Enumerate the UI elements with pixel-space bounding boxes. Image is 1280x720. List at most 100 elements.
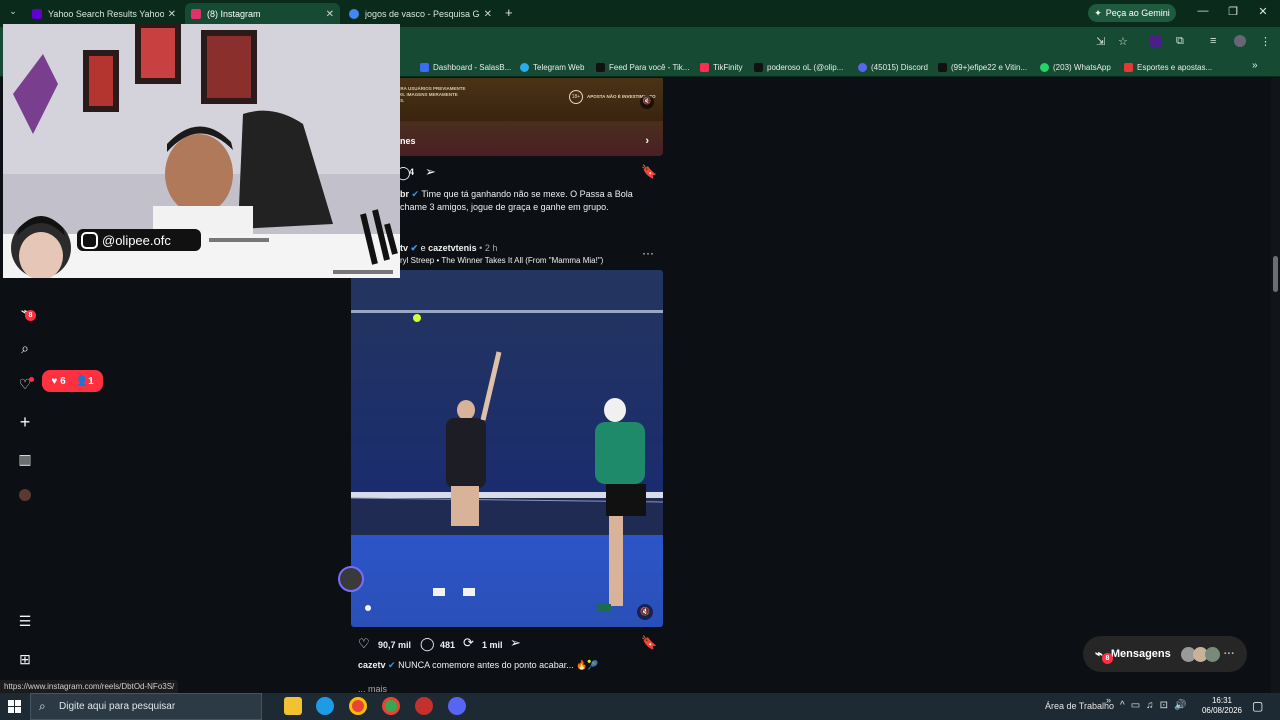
also-from-meta-icon[interactable]: ⊞ (15, 649, 35, 669)
audio-track[interactable]: ryl Streep • The Winner Takes It All (Fr… (400, 256, 603, 265)
search-icon[interactable]: ⌕ (15, 338, 35, 358)
close-icon[interactable]: ✕ (484, 9, 492, 20)
clock-time: 16:31 (1211, 696, 1233, 705)
tab-title: (8) Instagram (207, 9, 261, 19)
notification-dot (29, 377, 34, 382)
tab-search-button[interactable]: ⌄ (5, 6, 21, 20)
bookmark-item[interactable]: (45015) Discord (858, 60, 928, 74)
more-bookmarks-chevron-icon[interactable]: » (1252, 60, 1258, 71)
discord-icon[interactable] (448, 697, 466, 715)
caption-text: NUNCA comemore antes do ponto acabar... … (398, 660, 599, 670)
bookmark-item[interactable]: poderoso oL (@olip... (754, 60, 843, 74)
bookmark-item[interactable]: Dashboard - SalasB... (420, 60, 511, 74)
bookmark-label: Esportes e apostas... (1137, 62, 1213, 72)
gemini-button[interactable]: ✦ Peça ao Gemini (1088, 4, 1176, 22)
bookmark-item[interactable]: (99+)efipe22 e Vitin... (938, 60, 1027, 74)
save-bookmark-icon[interactable]: 🔖 (641, 164, 657, 180)
comment-count: 4 (409, 167, 415, 177)
bookmark-label: Dashboard - SalasB... (433, 62, 512, 72)
menu-kebab-icon[interactable]: ⋮ (1260, 35, 1271, 48)
extensions-puzzle-icon[interactable]: ⧉ (1176, 35, 1184, 48)
chrome-icon[interactable] (349, 697, 367, 715)
profile-avatar[interactable] (1234, 35, 1246, 47)
reel-video[interactable]: HUAWEI HUAWEI 🔇 (351, 270, 663, 627)
repost-icon[interactable]: ⟳ (463, 635, 474, 651)
profile-avatar[interactable] (19, 489, 31, 501)
author-username[interactable]: br (400, 189, 409, 199)
muted-speaker-icon[interactable]: 🔇 (640, 95, 654, 109)
bookmark-item[interactable]: (203) WhatsApp (1040, 60, 1111, 74)
tab-google[interactable]: jogos de vasco - Pesquisa Goo ✕ (343, 3, 498, 25)
streamer-face (165, 134, 233, 214)
verified-badge-icon: ✔ (411, 189, 420, 199)
author-username[interactable]: tv (400, 243, 408, 253)
handle-text: @olipee.ofc (102, 232, 171, 248)
likes-count: 6 (60, 375, 66, 387)
chevron-icon[interactable]: » (1106, 695, 1111, 705)
bookmark-label: poderoso oL (@olip... (767, 62, 844, 72)
maximize-button[interactable]: ❐ (1218, 5, 1248, 18)
page-scrollbar[interactable] (1271, 78, 1280, 693)
new-tab-plus-icon[interactable]: + (505, 5, 513, 20)
create-plus-icon[interactable]: + (15, 412, 35, 432)
scrollbar-thumb[interactable] (1273, 256, 1278, 292)
bookmark-label: (203) WhatsApp (1053, 62, 1111, 72)
notification-badge: 8 (25, 310, 36, 321)
notification-center-icon[interactable]: ▢ (1252, 699, 1263, 713)
collab-username[interactable]: cazetvtenis (428, 243, 477, 253)
windows-start-icon[interactable] (8, 700, 21, 713)
bookmark-item[interactable]: TikFinity (700, 60, 742, 74)
more-options-icon[interactable]: ··· (642, 246, 654, 260)
chrome-profile-icon[interactable] (382, 697, 400, 715)
yahoo-favicon-icon (32, 9, 42, 19)
desktop-toolbar-label[interactable]: Área de Trabalho (1045, 701, 1114, 711)
post2-header: tv ✔ e cazetvtenis • 2 h (400, 243, 498, 253)
share-send-icon[interactable]: ➢ (510, 635, 521, 651)
save-bookmark-icon[interactable]: 🔖 (641, 635, 657, 651)
bookmark-item[interactable]: Telegram Web (520, 60, 584, 74)
system-tray-icons[interactable]: ^▭♫⊡🔊 (1120, 700, 1192, 711)
messages-badge: 8 (1102, 653, 1113, 664)
install-app-icon[interactable]: ⇲ (1096, 35, 1105, 48)
minimize-button[interactable]: — (1188, 5, 1218, 17)
extension-icon[interactable] (1150, 35, 1162, 47)
close-icon[interactable]: ✕ (326, 9, 334, 20)
tab-title: Yahoo Search Results Yahoo Se (48, 9, 164, 19)
bookmark-item[interactable]: Feed Para você - Tik... (596, 60, 689, 74)
muted-speaker-icon[interactable]: 🔇 (637, 604, 653, 620)
dashboard-icon (420, 62, 429, 72)
clock[interactable]: 16:31 06/08/2026 (1200, 696, 1244, 716)
taskbar-search[interactable]: ⌕ Digite aqui para pesquisar (30, 693, 262, 720)
author-username[interactable]: cazetv (358, 660, 386, 670)
bookmark-label: (45015) Discord (871, 62, 928, 72)
file-explorer-icon[interactable] (284, 697, 302, 715)
messages-button[interactable]: ⌁ 8 Mensagens ··· (1083, 636, 1247, 672)
hamburger-menu-icon[interactable]: ☰ (15, 611, 35, 631)
close-icon[interactable]: ✕ (168, 9, 176, 20)
age-rating-badge: 18+ (569, 90, 583, 104)
edge-icon[interactable] (316, 697, 334, 715)
activity-popover[interactable]: ♥ 6 👤1 (42, 370, 103, 392)
comment-icon[interactable]: ◯ (420, 636, 435, 652)
heart-icon[interactable]: ♡ (358, 636, 370, 652)
screen: ⌄ Yahoo Search Results Yahoo Se ✕ (8) In… (0, 0, 1280, 720)
comment-count[interactable]: 481 (440, 639, 455, 652)
media-control-icon[interactable]: ≡ (1210, 35, 1216, 47)
obs-icon[interactable] (415, 697, 433, 715)
tab-yahoo[interactable]: Yahoo Search Results Yahoo Se ✕ (26, 3, 182, 25)
share-send-icon[interactable]: ➢ (425, 164, 436, 180)
likes-notification: ♥ 6 (51, 376, 65, 387)
repost-count[interactable]: 1 mil (482, 639, 503, 652)
tab-instagram[interactable]: (8) Instagram ✕ (185, 3, 340, 25)
verified-badge-icon: ✔ (388, 660, 396, 670)
webcam-scene (3, 24, 400, 278)
user-tag-icon[interactable] (365, 605, 371, 611)
like-count[interactable]: 90,7 mil (378, 639, 411, 652)
followers-count: 1 (88, 375, 94, 387)
dashboard-chart-icon[interactable]: ▥ (15, 449, 35, 469)
bookmark-item[interactable]: Esportes e apostas... (1124, 60, 1212, 74)
story-avatar[interactable] (338, 566, 364, 592)
close-window-button[interactable]: ✕ (1248, 5, 1278, 18)
messenger-icon: ⌁ 8 (1095, 646, 1113, 664)
bookmark-star-icon[interactable]: ☆ (1118, 35, 1128, 48)
